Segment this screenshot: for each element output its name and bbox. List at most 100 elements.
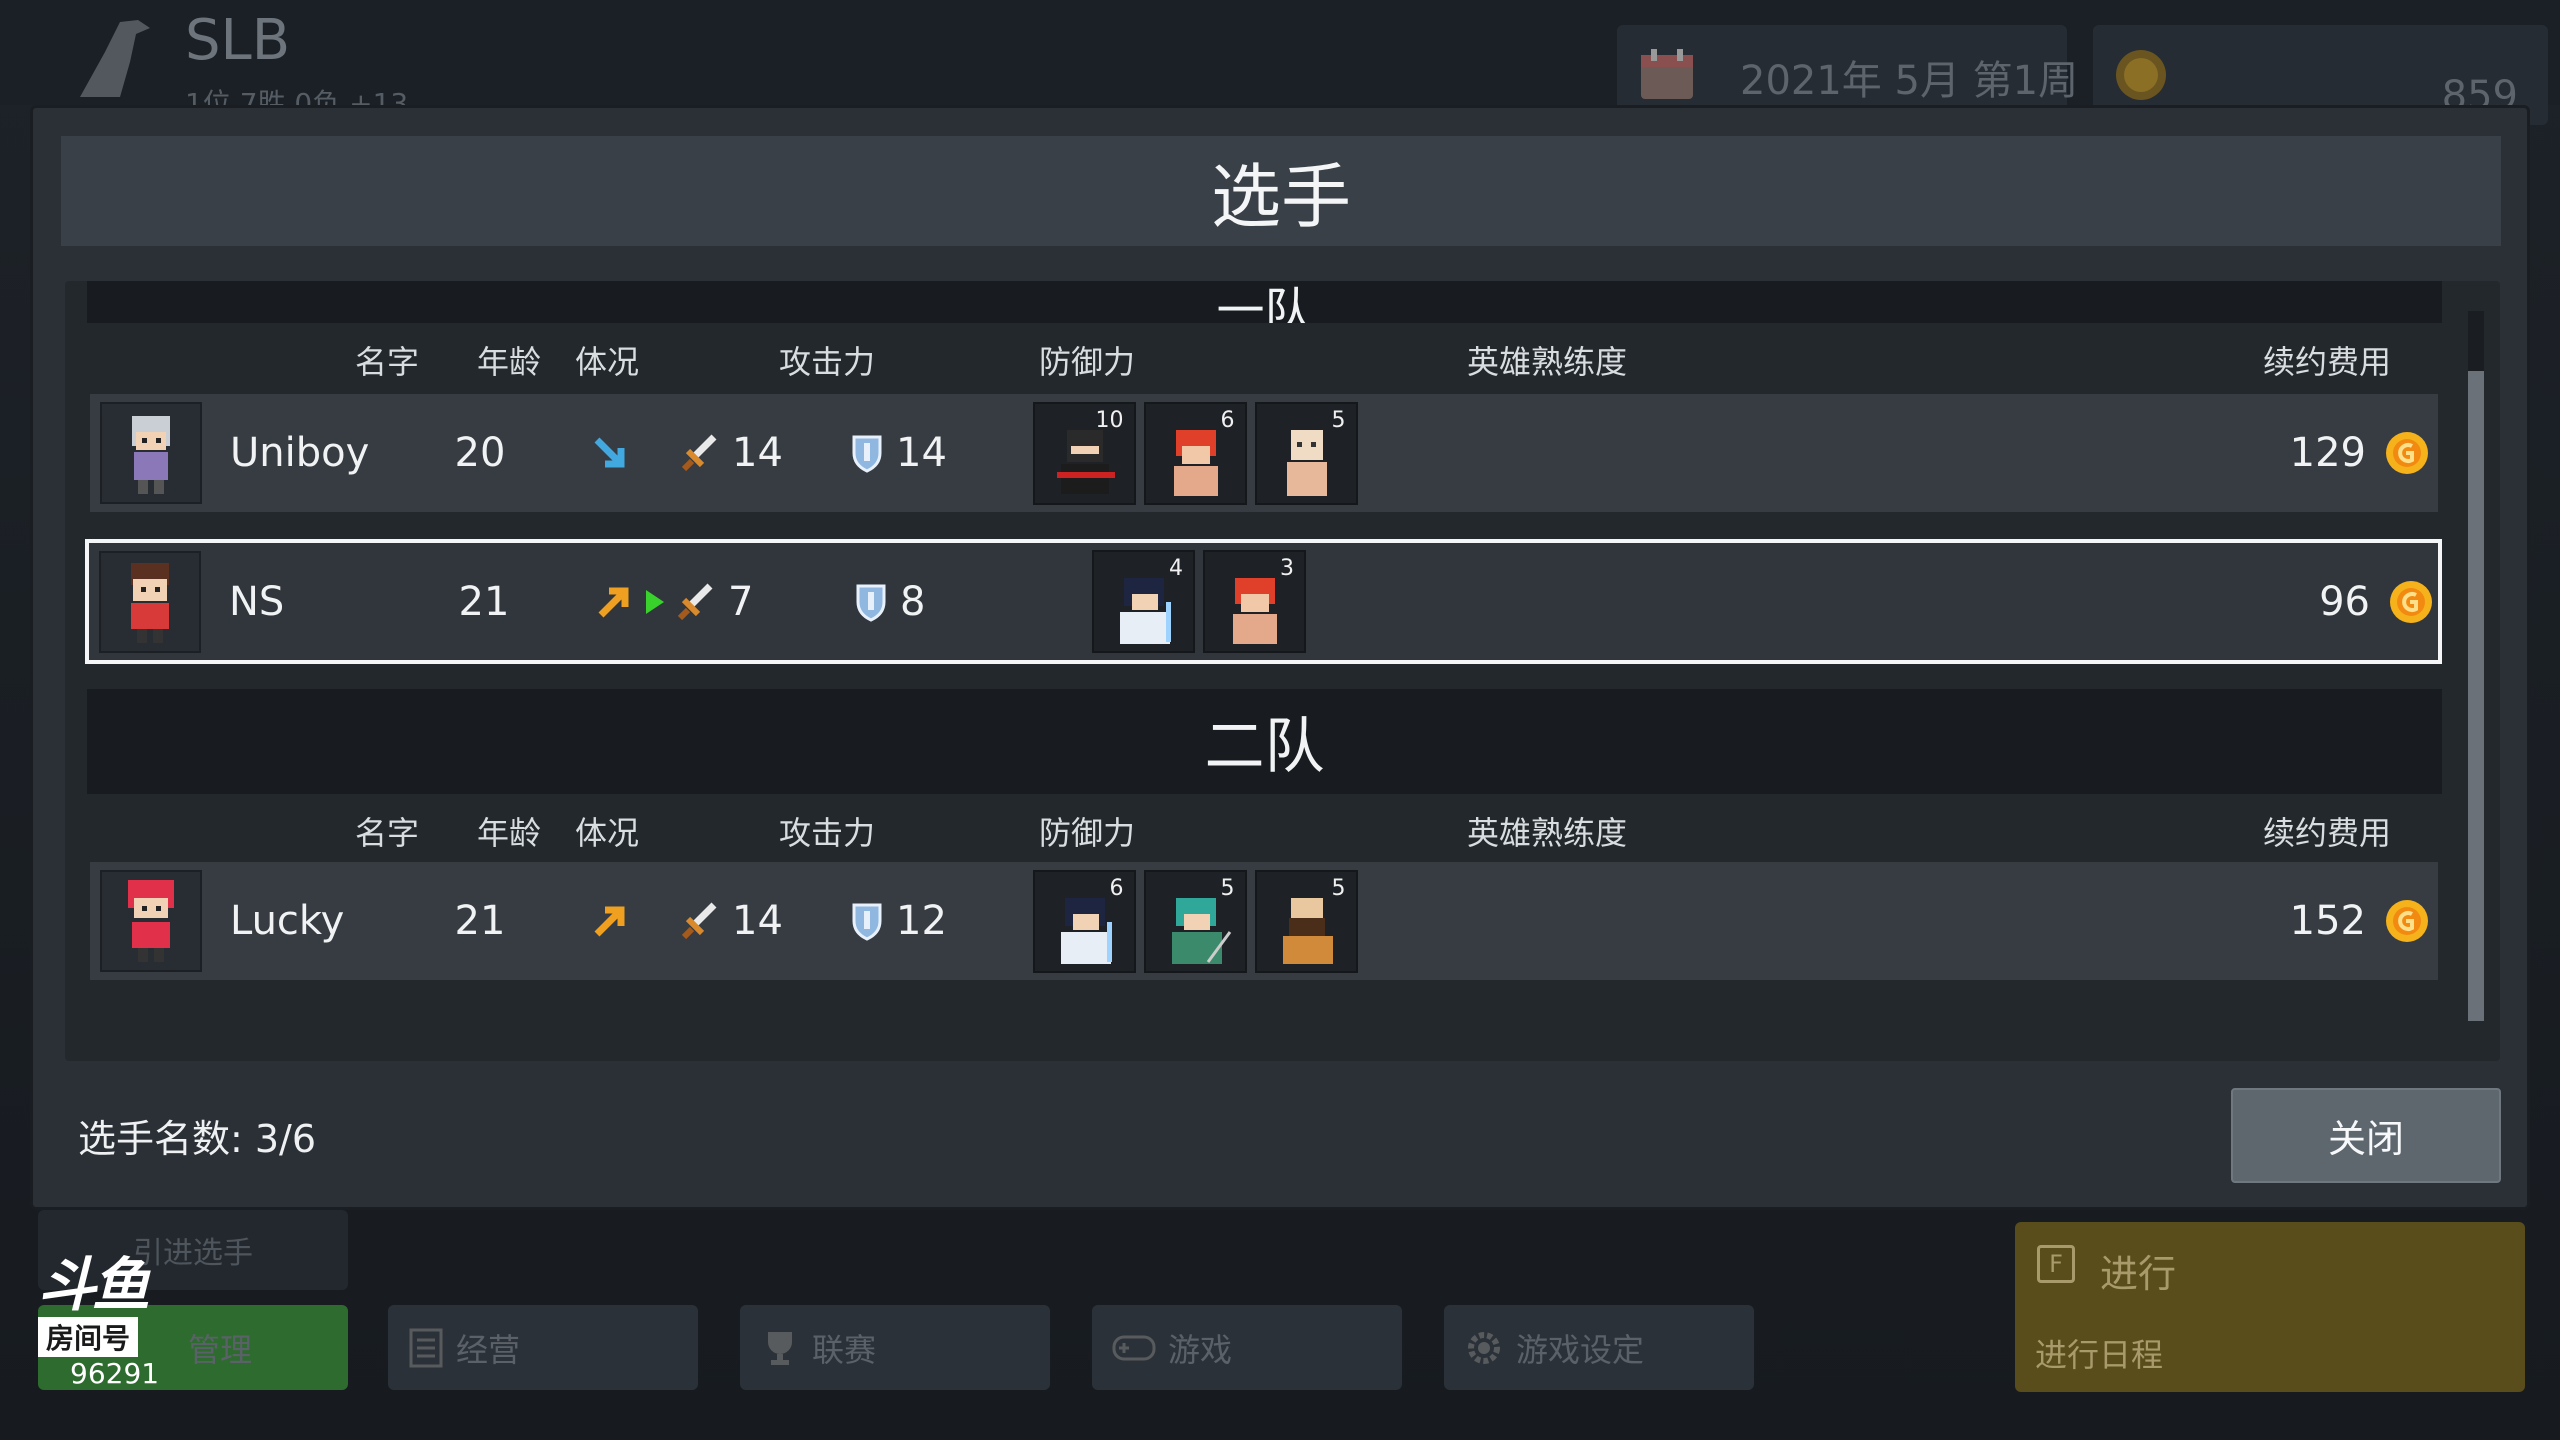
col-defense: 防御力 (1038, 814, 1136, 852)
modal-title: 选手 (61, 136, 2501, 246)
calendar-icon (1641, 49, 1693, 99)
col-fee: 续约费用 (2262, 814, 2392, 852)
hero-archer-icon (1171, 897, 1231, 964)
nav-game-label: 游戏 (1168, 1330, 1233, 1369)
game-screen: SLB 1位 7胜 0负 +13 2021年 5月 第1周 859 引进选手 管… (0, 0, 2560, 1440)
condition-up-icon (594, 906, 625, 937)
coin-icon (2116, 50, 2166, 100)
player-list[interactable]: 一队 名字 年龄 体况 攻击力 防御力 英雄熟练度 续约费用 Uniboy 20… (65, 281, 2500, 1061)
hero-bearded-icon (1282, 897, 1333, 964)
attack-value: 14 (732, 430, 783, 476)
stream-watermark: 斗鱼 房间号 96291 (38, 1255, 188, 1390)
attack-cell: 14 (680, 394, 850, 512)
hero-slot[interactable]: 5 (1254, 869, 1358, 973)
play-indicator-icon (646, 589, 664, 614)
nav-settings-button[interactable]: 游戏设定 (1444, 1305, 1754, 1390)
coin-icon (2386, 900, 2428, 942)
fee-cell: 96 (2274, 543, 2434, 660)
nav-business-label: 经营 (456, 1330, 521, 1369)
proceed-hotkey: F (2037, 1245, 2075, 1283)
hero-redhair-icon (1173, 429, 1218, 496)
hero-slot[interactable]: 6 (1143, 401, 1247, 505)
player-age: 21 (454, 898, 506, 944)
watermark-logo: 斗鱼 (38, 1251, 150, 1319)
hero-slot[interactable]: 6 (1032, 869, 1136, 973)
player-row[interactable]: Uniboy 20 14 14 10 6 5 129 (90, 394, 2438, 512)
fee-value: 96 (2319, 578, 2370, 625)
fee-cell: 129 (2270, 394, 2430, 512)
attack-value: 7 (728, 578, 754, 625)
sword-icon (681, 902, 717, 940)
player-name: NS (229, 578, 285, 625)
hero-redhair-icon (1233, 578, 1277, 644)
player-row-selected[interactable]: NS 21 7 8 4 3 96 (85, 539, 2442, 664)
condition-cell (560, 862, 660, 980)
hero-proficiency: 10 6 5 (1000, 394, 1390, 512)
defense-value: 12 (896, 898, 947, 944)
hero-slot[interactable]: 3 (1203, 550, 1306, 653)
attack-cell: 7 (644, 543, 844, 660)
col-heroes: 英雄熟练度 (1466, 343, 1628, 381)
fee-cell: 152 (2270, 862, 2430, 980)
col-attack: 攻击力 (778, 343, 876, 381)
nav-business-button[interactable]: 经营 (388, 1305, 698, 1390)
hero-proficiency: 4 3 (1004, 543, 1394, 660)
col-attack: 攻击力 (778, 814, 876, 852)
proceed-subtitle: 进行日程 (2035, 1336, 2164, 1374)
team-logo-icon (80, 20, 150, 97)
player-portrait-icon (131, 563, 169, 643)
team-header-second: 二队 (87, 689, 2442, 794)
nav-manage-label: 管理 (188, 1330, 253, 1369)
hero-slot[interactable]: 5 (1254, 401, 1358, 505)
defense-cell: 12 (850, 862, 990, 980)
team-name: SLB (185, 8, 291, 73)
scroll-thumb[interactable] (2468, 371, 2484, 1021)
scrollbar[interactable] (2468, 311, 2484, 1021)
condition-cell (560, 394, 660, 512)
hero-swordsman-icon (1120, 578, 1171, 644)
hero-slot[interactable]: 10 (1032, 401, 1136, 505)
close-button[interactable]: 关闭 (2231, 1088, 2501, 1183)
sword-icon (677, 583, 713, 620)
hero-proficiency: 6 5 5 (1000, 862, 1390, 980)
coin-icon (2390, 580, 2432, 623)
coin-icon (2386, 432, 2428, 474)
player-age: 21 (458, 578, 510, 625)
player-age: 20 (454, 430, 506, 476)
hero-swordsman-icon (1060, 897, 1112, 964)
attack-value: 14 (732, 898, 783, 944)
watermark-room-number: 96291 (70, 1357, 160, 1390)
col-age: 年龄 (477, 814, 542, 852)
defense-cell: 14 (850, 394, 990, 512)
team-header-first: 一队 (87, 281, 2442, 323)
condition-down-icon (594, 437, 625, 468)
column-headers: 名字 年龄 体况 攻击力 防御力 英雄熟练度 续约费用 (87, 794, 2442, 859)
fee-value: 152 (2289, 898, 2366, 944)
trophy-icon (768, 1331, 792, 1365)
defense-value: 14 (896, 430, 947, 476)
hero-slot[interactable]: 5 (1143, 869, 1247, 973)
player-name: Uniboy (230, 430, 370, 476)
player-name: Lucky (230, 898, 345, 944)
defense-cell: 8 (854, 543, 994, 660)
nav-league-button[interactable]: 联赛 (740, 1305, 1050, 1390)
gamepad-icon (1112, 1335, 1156, 1360)
player-avatar (99, 551, 201, 653)
hero-ninja-icon (1056, 429, 1115, 494)
hero-slot[interactable]: 4 (1092, 550, 1195, 653)
hero-monk-icon (1286, 429, 1327, 496)
col-defense: 防御力 (1038, 343, 1136, 381)
defense-value: 8 (900, 578, 926, 625)
nav-game-button[interactable]: 游戏 (1092, 1305, 1402, 1390)
nav-league-label: 联赛 (812, 1330, 877, 1369)
player-row[interactable]: Lucky 21 14 12 6 5 5 152 (90, 862, 2438, 980)
date-text: 2021年 5月 第1周 (1740, 58, 2079, 104)
condition-up-icon (598, 587, 629, 617)
document-icon (409, 1328, 443, 1367)
col-age: 年龄 (477, 343, 542, 381)
player-portrait-icon (128, 880, 174, 962)
col-heroes: 英雄熟练度 (1466, 814, 1628, 852)
attack-cell: 14 (680, 862, 850, 980)
player-count: 选手名数: 3/6 (78, 1117, 317, 1161)
col-fee: 续约费用 (2262, 343, 2392, 381)
